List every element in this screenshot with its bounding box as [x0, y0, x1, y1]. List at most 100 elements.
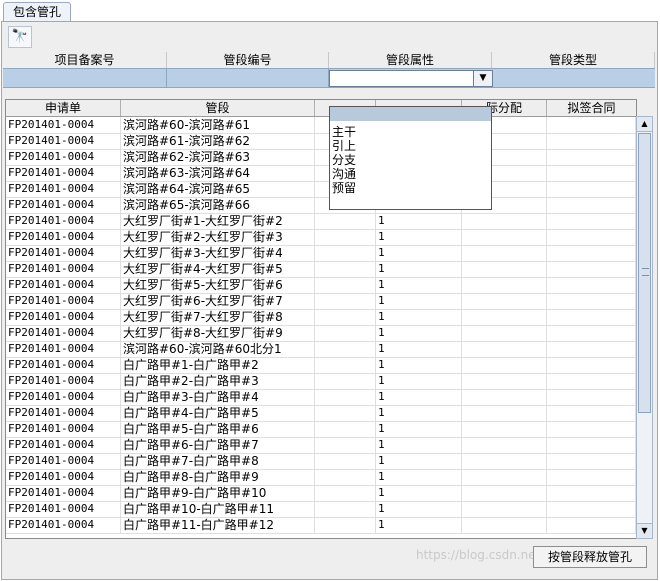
cell-col4: 1	[376, 485, 462, 501]
header-segment-type: 管段类型	[492, 52, 655, 68]
table-row[interactable]: FP201401-0004 白广路甲#3-白广路甲#4 1	[6, 389, 636, 406]
table-row[interactable]: FP201401-0004 白广路甲#2-白广路甲#3 1	[6, 373, 636, 390]
table-row[interactable]: FP201401-0004 白广路甲#7-白广路甲#8 1	[6, 453, 636, 470]
table-row[interactable]: FP201401-0004 大红罗厂街#3-大红罗厂街#4 1	[6, 245, 636, 262]
cell-allocation	[462, 229, 547, 245]
dropdown-option-link[interactable]: 沟通	[330, 167, 491, 181]
vertical-scrollbar[interactable]: ▲ ▼	[636, 116, 653, 539]
table-row[interactable]: FP201401-0004 白广路甲#1-白广路甲#2 1	[6, 357, 636, 374]
cell-allocation	[462, 309, 547, 325]
cell-allocation	[462, 517, 547, 533]
scroll-thumb[interactable]	[638, 133, 651, 413]
header-project-record: 项目备案号	[3, 52, 167, 68]
cell-allocation	[462, 453, 547, 469]
table-row[interactable]: FP201401-0004 白广路甲#11-白广路甲#12 1	[6, 517, 636, 534]
grip-icon	[642, 268, 649, 276]
scroll-up-icon[interactable]: ▲	[637, 117, 652, 132]
cell-contract	[547, 421, 636, 437]
table-row[interactable]: FP201401-0004 大红罗厂街#1-大红罗厂街#2 1	[6, 213, 636, 230]
cell-contract	[547, 405, 636, 421]
cell-col4: 1	[376, 373, 462, 389]
dropdown-option-empty[interactable]	[330, 107, 491, 121]
cell-segment: 滨河路#65-滨河路#66	[121, 197, 315, 213]
col-application[interactable]: 申请单	[6, 100, 121, 116]
table-row[interactable]: FP201401-0004 白广路甲#5-白广路甲#6 1	[6, 421, 636, 438]
cell-application: FP201401-0004	[6, 325, 121, 341]
cell-contract	[547, 517, 636, 533]
tab-included-ducts[interactable]: 包含管孔	[3, 2, 71, 22]
cell-allocation	[462, 293, 547, 309]
filter-segment-number[interactable]	[167, 69, 329, 87]
cell-contract	[547, 149, 636, 165]
filter-header: 项目备案号 管段编号 管段属性 管段类型	[3, 52, 655, 68]
table-row[interactable]: FP201401-0004 白广路甲#10-白广路甲#11 1	[6, 501, 636, 518]
cell-application: FP201401-0004	[6, 341, 121, 357]
cell-contract	[547, 197, 636, 213]
dropdown-option-lead-up[interactable]: 引上	[330, 139, 491, 153]
cell-col4: 1	[376, 469, 462, 485]
cell-application: FP201401-0004	[6, 165, 121, 181]
cell-contract	[547, 229, 636, 245]
table-row[interactable]: FP201401-0004 白广路甲#6-白广路甲#7 1	[6, 437, 636, 454]
toolbar: 🔭	[4, 24, 655, 48]
table-row[interactable]: FP201401-0004 白广路甲#4-白广路甲#5 1	[6, 405, 636, 422]
table-row[interactable]: FP201401-0004 白广路甲#8-白广路甲#9 1	[6, 469, 636, 486]
scroll-down-icon[interactable]: ▼	[637, 523, 652, 538]
table-row[interactable]: FP201401-0004 大红罗厂街#4-大红罗厂街#5 1	[6, 261, 636, 278]
table-row[interactable]: FP201401-0004滨河路#63-滨河路#641	[6, 165, 636, 182]
main-panel: 🔭 项目备案号 管段编号 管段属性 管段类型 ▼ 申请单 管段 际分配 拟签合同…	[1, 21, 658, 580]
table-row[interactable]: FP201401-0004 大红罗厂街#8-大红罗厂街#9 1	[6, 325, 636, 342]
cell-application: FP201401-0004	[6, 261, 121, 277]
table-row[interactable]: FP201401-0004 大红罗厂街#5-大红罗厂街#6 1	[6, 277, 636, 294]
cell-application: FP201401-0004	[6, 405, 121, 421]
cell-segment: 白广路甲#3-白广路甲#4	[121, 389, 315, 405]
col-segment[interactable]: 管段	[121, 100, 315, 116]
dropdown-option-branch[interactable]: 分支	[330, 153, 491, 167]
cell-allocation	[462, 437, 547, 453]
table-row[interactable]: FP201401-0004 大红罗厂街#2-大红罗厂街#3 1	[6, 229, 636, 246]
cell-segment: 滨河路#64-滨河路#65	[121, 181, 315, 197]
chevron-down-icon[interactable]: ▼	[473, 71, 492, 86]
table-row[interactable]: FP201401-0004滨河路#65-滨河路#661	[6, 197, 636, 214]
cell-contract	[547, 453, 636, 469]
cell-segment: 白广路甲#10-白广路甲#11	[121, 501, 315, 517]
cell-allocation	[462, 469, 547, 485]
cell-col3	[315, 229, 376, 245]
cell-col3	[315, 405, 376, 421]
cell-col3	[315, 517, 376, 533]
table-row[interactable]: FP201401-0004 白广路甲#9-白广路甲#10 1	[6, 485, 636, 502]
cell-application: FP201401-0004	[6, 437, 121, 453]
table-row[interactable]: FP201401-0004滨河路#64-滨河路#651	[6, 181, 636, 198]
cell-segment: 大红罗厂街#2-大红罗厂街#3	[121, 229, 315, 245]
cell-segment: 大红罗厂街#1-大红罗厂街#2	[121, 213, 315, 229]
col-proposed-contract[interactable]: 拟签合同	[547, 100, 636, 116]
cell-allocation	[462, 213, 547, 229]
cell-application: FP201401-0004	[6, 357, 121, 373]
dropdown-option-trunk[interactable]: 主干	[330, 125, 491, 139]
dropdown-option-reserved[interactable]: 预留	[330, 181, 491, 195]
table-row[interactable]: FP201401-0004 大红罗厂街#6-大红罗厂街#7 1	[6, 293, 636, 310]
segment-attribute-select[interactable]: ▼	[329, 70, 493, 87]
cell-allocation	[462, 373, 547, 389]
filter-project-record[interactable]	[3, 69, 167, 87]
cell-col4: 1	[376, 405, 462, 421]
table-row[interactable]: FP201401-0004滨河路#62-滨河路#631	[6, 149, 636, 166]
cell-allocation	[462, 277, 547, 293]
cell-application: FP201401-0004	[6, 373, 121, 389]
binoculars-icon[interactable]: 🔭	[8, 26, 32, 48]
release-ducts-button[interactable]: 按管段释放管孔	[533, 546, 647, 568]
header-segment-attribute: 管段属性	[329, 52, 492, 68]
table-row[interactable]: FP201401-0004滨河路#61-滨河路#621	[6, 133, 636, 150]
cell-col3	[315, 309, 376, 325]
cell-col4: 1	[376, 517, 462, 533]
table-row[interactable]: FP201401-0004 大红罗厂街#7-大红罗厂街#8 1	[6, 309, 636, 326]
cell-col4: 1	[376, 245, 462, 261]
table-row[interactable]: FP201401-0004 滨河路#60-滨河路#60北分1 1	[6, 341, 636, 358]
cell-col3	[315, 293, 376, 309]
cell-contract	[547, 133, 636, 149]
table-row[interactable]: FP201401-0004滨河路#60-滨河路#611	[6, 117, 636, 134]
cell-col3	[315, 245, 376, 261]
filter-segment-type[interactable]	[492, 69, 654, 87]
cell-col4: 1	[376, 229, 462, 245]
cell-contract	[547, 309, 636, 325]
